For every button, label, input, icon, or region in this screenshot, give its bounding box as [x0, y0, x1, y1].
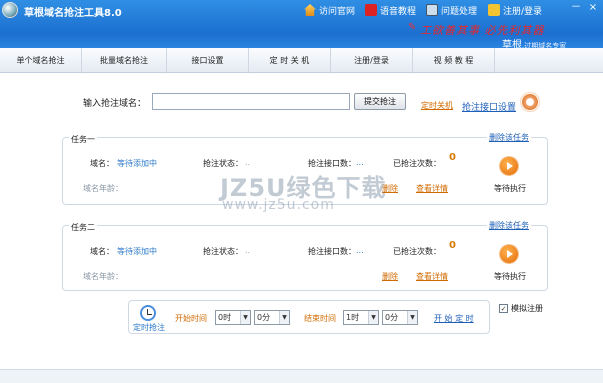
chevron-down-icon: ▼ — [279, 311, 289, 324]
task-title: 任务一 — [69, 134, 97, 145]
app-title: 草根域名抢注工具8.0 — [24, 8, 122, 19]
submit-button[interactable]: 提交抢注 — [354, 93, 406, 110]
start-hour-value: 0时 — [218, 313, 232, 322]
play-icon[interactable] — [500, 245, 518, 263]
end-minute-value: 0分 — [385, 313, 399, 322]
start-time-label: 开始时间 — [175, 314, 207, 323]
api-settings-link[interactable]: 抢注接口设置 — [462, 100, 516, 113]
chevron-down-icon: ▼ — [407, 311, 417, 324]
task-panel-2: 任务二 删除该任务 域名： 等待添加中 抢注状态： .. 抢注接口数： ... … — [62, 220, 548, 291]
domain-age-label: 域名年龄： — [83, 272, 123, 281]
start-timer-link[interactable]: 开 始 定 时 — [434, 313, 474, 324]
domain-input-label: 输入抢注域名： — [83, 99, 147, 109]
register-login-button[interactable]: 注册/登录 — [488, 3, 542, 17]
start-minute-select[interactable]: 0分 ▼ — [254, 310, 290, 325]
task-state: 等待执行 — [494, 184, 526, 193]
domain-value: 等待添加中 — [117, 159, 157, 168]
menu-batch-domain[interactable]: 批量域名抢注 — [82, 48, 167, 73]
status-bar — [0, 369, 603, 383]
view-details-link[interactable]: 查看详情 — [416, 183, 448, 194]
close-button[interactable]: × — [586, 2, 600, 14]
house-icon — [304, 4, 316, 16]
attempt-count-value: 0 — [449, 240, 456, 251]
visit-website-button[interactable]: 访问官网 — [304, 3, 355, 17]
api-count-value: ... — [356, 158, 364, 167]
register-login-label: 注册/登录 — [503, 6, 543, 17]
menu-timed-shutdown[interactable]: 定 时 关 机 — [249, 48, 331, 73]
menu-video-tutorial[interactable]: 视 频 教 程 — [413, 48, 495, 73]
simulate-register-checkbox[interactable]: ✓ — [499, 304, 508, 313]
status-value: .. — [245, 158, 251, 167]
start-minute-value: 0分 — [257, 313, 271, 322]
visit-website-label: 访问官网 — [319, 6, 356, 17]
status-label: 抢注状态： — [203, 247, 243, 256]
end-minute-select[interactable]: 0分 ▼ — [382, 310, 418, 325]
attempt-count-label: 已抢注次数： — [393, 247, 441, 256]
speaker-icon — [365, 4, 377, 16]
domain-input[interactable] — [152, 93, 350, 110]
end-time-label: 结束时间 — [304, 314, 336, 323]
key-icon — [488, 4, 500, 16]
delete-task-link[interactable]: 删除该任务 — [487, 220, 531, 231]
minimize-button[interactable]: － — [569, 2, 583, 14]
timer-panel: 定时抢注 开始时间 0时 ▼ 0分 ▼ 结束时间 1时 ▼ 0分 ▼ 开 始 定… — [128, 300, 490, 334]
clock-icon — [140, 305, 156, 321]
chevron-down-icon: ▼ — [240, 311, 250, 324]
delete-task-link[interactable]: 删除该任务 — [487, 132, 531, 143]
end-hour-select[interactable]: 1时 ▼ — [343, 310, 379, 325]
gear-icon[interactable] — [520, 92, 540, 112]
app-logo-icon — [2, 2, 18, 18]
shutdown-link[interactable]: 定时关机 — [421, 100, 453, 111]
view-details-link[interactable]: 查看详情 — [416, 271, 448, 282]
title-bar: 草根域名抢注工具8.0 访问官网 语音教程 问题处理 注册/登录 － × ✎ 工… — [0, 0, 603, 51]
menu-bar: 单个域名抢注 批量域名抢注 接口设置 定 时 关 机 注册/登录 视 频 教 程 — [0, 48, 603, 73]
voice-tutorial-button[interactable]: 语音教程 — [365, 3, 416, 17]
api-count-label: 抢注接口数： — [308, 247, 356, 256]
start-hour-select[interactable]: 0时 ▼ — [215, 310, 251, 325]
domain-label: 域名： — [90, 247, 114, 256]
api-count-value: ... — [356, 246, 364, 255]
attempt-count-value: 0 — [449, 152, 456, 163]
voice-tutorial-label: 语音教程 — [380, 6, 417, 17]
timed-register-label: 定时抢注 — [133, 323, 165, 332]
task-state: 等待执行 — [494, 272, 526, 281]
play-icon[interactable] — [500, 157, 518, 175]
end-hour-value: 1时 — [346, 313, 360, 322]
problem-handling-label: 问题处理 — [441, 6, 478, 17]
chevron-down-icon: ▼ — [368, 311, 378, 324]
attempt-count-label: 已抢注次数： — [393, 159, 441, 168]
monitor-icon — [426, 4, 438, 16]
domain-value: 等待添加中 — [117, 247, 157, 256]
delete-link[interactable]: 删除 — [382, 271, 398, 282]
simulate-register-label: 模拟注册 — [511, 304, 543, 313]
menu-single-domain[interactable]: 单个域名抢注 — [0, 48, 82, 73]
pin-icon: ✎ — [408, 22, 417, 33]
watermark-url: www.jz5u.com — [222, 197, 335, 213]
menu-register-login[interactable]: 注册/登录 — [331, 48, 413, 73]
domain-label: 域名： — [90, 159, 114, 168]
menu-api-settings[interactable]: 接口设置 — [167, 48, 249, 73]
status-value: .. — [245, 246, 251, 255]
problem-handling-button[interactable]: 问题处理 — [426, 3, 477, 17]
task-title: 任务二 — [69, 222, 97, 233]
domain-age-label: 域名年龄： — [83, 184, 123, 193]
